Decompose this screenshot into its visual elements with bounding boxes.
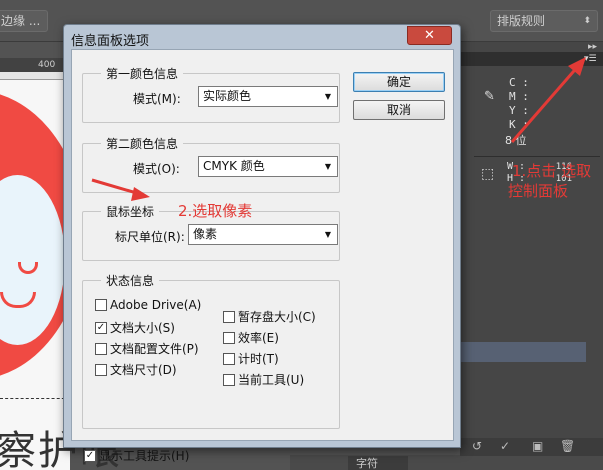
efficiency-label: 效率(E) bbox=[238, 331, 279, 345]
selection-marquee bbox=[0, 398, 70, 399]
checkbox-box[interactable] bbox=[95, 299, 107, 311]
first-color-mode-label: 模式(M): bbox=[133, 92, 181, 106]
refine-edge-button[interactable]: 边缘 ... bbox=[0, 10, 48, 32]
chevron-down-icon: ▼ bbox=[324, 230, 331, 239]
first-color-mode-value: 实际颜色 bbox=[203, 89, 252, 103]
cmyk-m-label: M : bbox=[509, 90, 529, 103]
adobe-drive-label: Adobe Drive(A) bbox=[110, 298, 202, 312]
status-info-group: 状态信息 Adobe Drive(A) ✓ 文档大小(S) 文档配置文件(P) 文… bbox=[82, 272, 340, 429]
document-dimensions-label: 文档尺寸(D) bbox=[110, 363, 177, 377]
dialog-title: 信息面板选项 bbox=[71, 34, 150, 49]
cmyk-readout: C : M : Y : K : bbox=[509, 76, 529, 132]
selection-size-icon: ⬚ bbox=[481, 166, 495, 182]
status-info-legend: 状态信息 bbox=[101, 272, 160, 289]
cmyk-y-label: Y : bbox=[509, 104, 529, 117]
checkmark-icon[interactable]: ✓ bbox=[84, 449, 96, 462]
commit-icon[interactable]: ✓ bbox=[500, 439, 510, 453]
undo-icon[interactable]: ↺ bbox=[472, 439, 482, 453]
efficiency-checkbox[interactable]: 效率(E) bbox=[223, 329, 279, 346]
first-color-mode-select[interactable]: 实际颜色 ▼ bbox=[198, 86, 338, 107]
close-icon: ✕ bbox=[424, 28, 435, 43]
horizontal-ruler bbox=[0, 72, 70, 80]
chevron-down-icon: ▼ bbox=[324, 162, 331, 171]
mouse-coordinates-legend: 鼠标坐标 bbox=[101, 203, 160, 220]
first-color-legend: 第一颜色信息 bbox=[101, 65, 184, 82]
annotation-step1-line2: 控制面板 bbox=[508, 182, 569, 200]
dialog-titlebar[interactable]: 信息面板选项 ✕ bbox=[64, 25, 460, 49]
info-panel bbox=[474, 72, 600, 160]
show-tooltips-checkbox[interactable]: ✓ 显示工具提示(H) bbox=[84, 447, 189, 464]
character-panel-tab[interactable]: 字符 bbox=[348, 456, 408, 470]
annotation-step1-line1: 1.点击 选取 bbox=[512, 162, 592, 180]
composer-label: 排版规则 bbox=[497, 14, 546, 28]
document-profile-label: 文档配置文件(P) bbox=[110, 342, 199, 356]
composer-dropdown[interactable]: 排版规则 ⬍ bbox=[490, 10, 598, 32]
ruler-units-label: 标尺单位(R): bbox=[115, 230, 185, 244]
info-divider bbox=[474, 156, 600, 157]
second-color-mode-label: 模式(O): bbox=[133, 162, 180, 176]
info-panel-options-dialog: 信息面板选项 ✕ 第一颜色信息 模式(M): 实际颜色 ▼ 第二颜色信息 模式(O… bbox=[63, 24, 461, 463]
bit-depth-readout: 8 位 bbox=[505, 134, 527, 147]
checkbox-box[interactable] bbox=[95, 363, 107, 376]
timing-label: 计时(T) bbox=[238, 352, 279, 366]
annotation-step2: 2.选取像素 bbox=[178, 202, 253, 220]
checkmark-icon[interactable]: ✓ bbox=[95, 321, 107, 334]
dialog-body: 第一颜色信息 模式(M): 实际颜色 ▼ 第二颜色信息 模式(O): CMYK 颜… bbox=[71, 49, 454, 463]
layers-toolbar: ↺ ✓ ▣ 🗑 bbox=[460, 438, 603, 456]
adobe-drive-checkbox[interactable]: Adobe Drive(A) bbox=[95, 298, 201, 312]
close-button[interactable]: ✕ bbox=[407, 26, 452, 45]
photoshop-workspace: 边缘 ... 排版规则 ⬍ 400 察护眼 ▸▸ ▾☰ ✎ C : M : Y :… bbox=[0, 0, 603, 470]
chevron-updown-icon: ⬍ bbox=[583, 16, 591, 26]
first-color-group: 第一颜色信息 模式(M): 实际颜色 ▼ bbox=[82, 65, 340, 123]
chevron-down-icon: ▼ bbox=[324, 92, 331, 101]
checkbox-box[interactable] bbox=[223, 373, 235, 386]
show-tooltips-label: 显示工具提示(H) bbox=[99, 449, 190, 463]
checkbox-box[interactable] bbox=[223, 331, 235, 344]
ruler-units-value: 像素 bbox=[193, 227, 218, 241]
ruler-units-select[interactable]: 像素 ▼ bbox=[188, 224, 338, 245]
cmyk-k-label: K : bbox=[509, 118, 529, 131]
document-tab[interactable] bbox=[0, 58, 70, 72]
scratch-size-checkbox[interactable]: 暂存盘大小(C) bbox=[223, 308, 316, 325]
second-color-group: 第二颜色信息 模式(O): CMYK 颜色 ▼ bbox=[82, 135, 340, 193]
document-size-label: 文档大小(S) bbox=[110, 321, 175, 335]
checkbox-box[interactable] bbox=[95, 342, 107, 355]
timing-checkbox[interactable]: 计时(T) bbox=[223, 350, 279, 367]
refine-edge-label: 边缘 ... bbox=[1, 14, 41, 28]
eyedropper-icon: ✎ bbox=[484, 89, 495, 104]
selected-layer-row[interactable] bbox=[460, 342, 586, 362]
checkbox-box[interactable] bbox=[223, 310, 235, 323]
second-color-legend: 第二颜色信息 bbox=[101, 135, 184, 152]
document-dimensions-checkbox[interactable]: 文档尺寸(D) bbox=[95, 361, 177, 378]
collapse-panels-icon[interactable]: ▸▸ bbox=[588, 42, 597, 52]
cancel-button[interactable]: 取消 bbox=[353, 100, 445, 120]
bottom-panel-strip bbox=[290, 455, 603, 470]
second-color-mode-select[interactable]: CMYK 颜色 ▼ bbox=[198, 156, 338, 177]
panel-menu-icon[interactable]: ▾☰ bbox=[584, 54, 597, 64]
cmyk-c-label: C : bbox=[509, 76, 529, 89]
scratch-size-label: 暂存盘大小(C) bbox=[238, 310, 316, 324]
current-tool-label: 当前工具(U) bbox=[238, 373, 305, 387]
document-size-checkbox[interactable]: ✓ 文档大小(S) bbox=[95, 319, 175, 336]
ruler-tick-label: 400 bbox=[38, 60, 56, 70]
info-panel-header bbox=[460, 52, 603, 66]
new-layer-icon[interactable]: ▣ bbox=[532, 439, 543, 453]
current-tool-checkbox[interactable]: 当前工具(U) bbox=[223, 371, 304, 388]
trash-icon[interactable]: 🗑 bbox=[560, 439, 575, 453]
checkbox-box[interactable] bbox=[223, 352, 235, 365]
second-color-mode-value: CMYK 颜色 bbox=[203, 159, 265, 173]
ok-button[interactable]: 确定 bbox=[353, 72, 445, 92]
document-profile-checkbox[interactable]: 文档配置文件(P) bbox=[95, 340, 199, 357]
